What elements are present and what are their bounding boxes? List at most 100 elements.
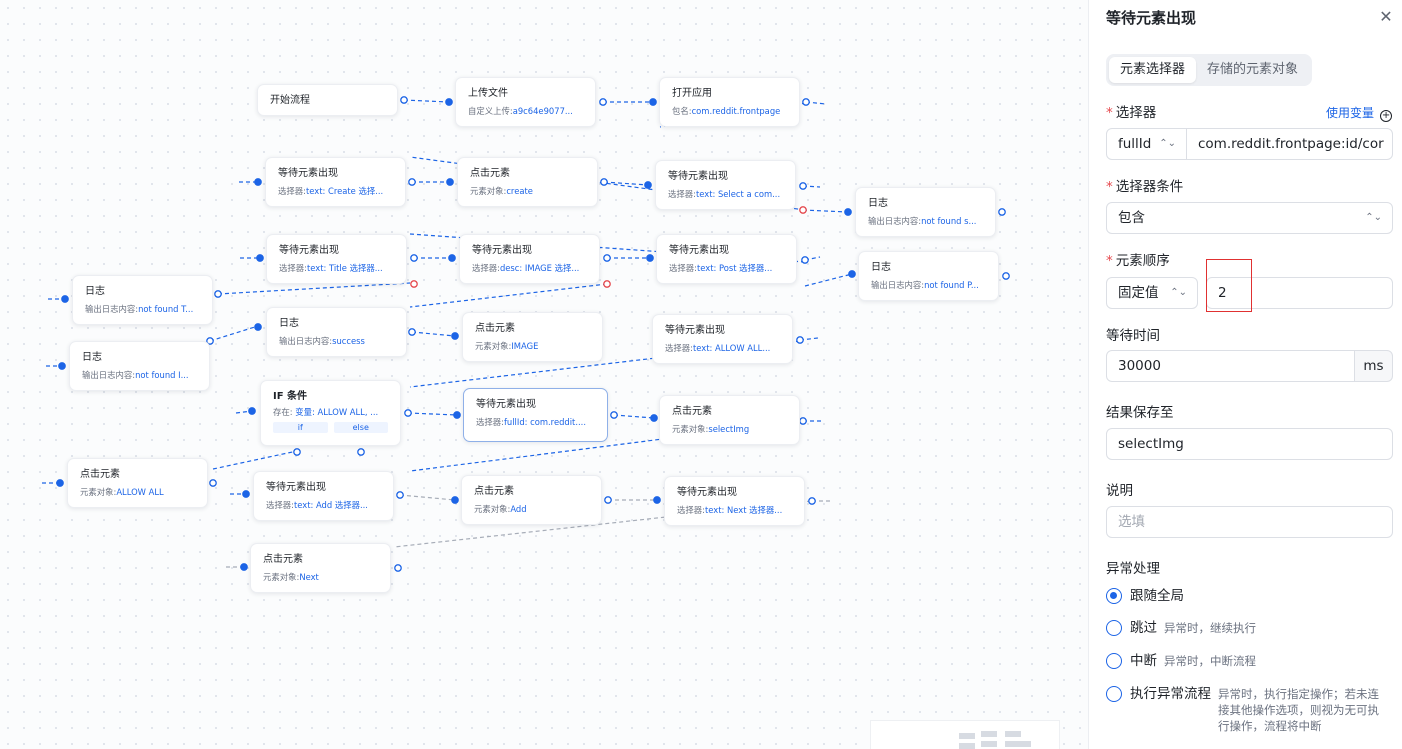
input-handle	[242, 490, 250, 498]
tab-stored-element[interactable]: 存储的元素对象	[1196, 57, 1309, 83]
output-handle	[410, 280, 418, 288]
input-handle	[448, 254, 456, 262]
input-handle	[240, 563, 248, 571]
input-handle	[256, 254, 264, 262]
flow-node-open-app[interactable]: 打开应用 包名:com.reddit.frontpage	[659, 77, 800, 127]
output-handle	[603, 280, 611, 288]
input-handle	[650, 414, 658, 422]
flow-node-log-not-found-p[interactable]: 日志 输出日志内容:not found P...	[858, 251, 999, 301]
use-variable-button[interactable]: 使用变量 +	[1326, 104, 1393, 122]
node-title: 点击元素	[470, 168, 510, 179]
flow-node-wait-allow-all[interactable]: 等待元素出现 选择器:text: ALLOW ALL...	[652, 314, 793, 364]
input-handle	[248, 407, 256, 415]
flow-node-click-create[interactable]: 点击元素 元素对象:create	[457, 157, 598, 207]
output-handle	[998, 208, 1006, 216]
selector-value-input[interactable]: com.reddit.frontpage:id/cor	[1186, 128, 1393, 160]
properties-panel: 等待元素出现 ✕ 元素选择器 存储的元素对象 * 选择器 使用变量 + fullId…	[1088, 0, 1402, 749]
node-detail: 选择器:text: Add 选择器...	[266, 500, 368, 510]
input-handle	[451, 496, 459, 504]
output-handle	[408, 328, 416, 336]
annotation-highlight-box	[1206, 259, 1252, 312]
flow-node-click-image[interactable]: 点击元素 元素对象:IMAGE	[462, 312, 603, 362]
flow-connector	[399, 494, 456, 501]
selector-mode-tabs: 元素选择器 存储的元素对象	[1106, 54, 1313, 86]
condition-select[interactable]: 包含 ⌃⌄	[1106, 202, 1393, 234]
order-mode-select[interactable]: 固定值 ⌃⌄	[1106, 277, 1198, 309]
output-handle	[604, 496, 612, 504]
node-title: 日志	[279, 318, 299, 329]
node-detail: 选择器:fullId: com.reddit....	[476, 417, 586, 427]
flow-node-wait-select-community[interactable]: 等待元素出现 选择器:text: Select a com...	[655, 160, 796, 210]
flow-node-click-allow-all[interactable]: 点击元素 元素对象:ALLOW ALL	[67, 458, 208, 508]
output-handle	[404, 409, 412, 417]
close-icon[interactable]: ✕	[1378, 9, 1394, 25]
else-branch[interactable]: else	[333, 422, 388, 433]
node-title: 等待元素出现	[266, 482, 326, 493]
result-variable-input[interactable]: selectImg	[1106, 428, 1393, 460]
flow-node-wait-create[interactable]: 等待元素出现 选择器:text: Create 选择...	[265, 157, 406, 207]
output-handle	[209, 479, 217, 487]
input-handle	[58, 362, 66, 370]
input-handle	[451, 332, 459, 340]
node-detail: 输出日志内容:not found s...	[868, 216, 977, 226]
wait-time-label: 等待时间	[1106, 328, 1160, 344]
exception-option-exception-flow[interactable]: 执行异常流程 异常时，执行指定操作；若未连接其他操作选项，则视为无可执行操作，流…	[1106, 685, 1390, 734]
node-title: 日志	[85, 286, 105, 297]
exception-option-follow-global[interactable]: 跟随全局	[1106, 587, 1184, 605]
minimap[interactable]	[870, 720, 1060, 749]
node-detail: 选择器:text: ALLOW ALL...	[665, 343, 771, 353]
node-title: 开始流程	[270, 95, 310, 106]
node-detail: 元素对象:Add	[474, 504, 527, 514]
node-title: 点击元素	[475, 323, 515, 334]
node-detail: 元素对象:Next	[263, 572, 319, 582]
node-title: 点击元素	[263, 554, 303, 565]
flow-node-wait-fullid-selected[interactable]: 等待元素出现 选择器:fullId: com.reddit....	[463, 388, 608, 442]
flow-node-log-not-found-i[interactable]: 日志 输出日志内容:not found I...	[69, 341, 210, 391]
node-title: 日志	[871, 262, 891, 273]
flow-node-wait-next[interactable]: 等待元素出现 选择器:text: Next 选择器...	[664, 476, 805, 526]
flow-node-wait-title[interactable]: 等待元素出现 选择器:text: Title 选择器...	[266, 234, 407, 284]
input-handle	[61, 295, 69, 303]
input-handle	[649, 98, 657, 106]
flow-node-click-select-img[interactable]: 点击元素 元素对象:selectImg	[659, 395, 800, 445]
exception-option-skip[interactable]: 跳过 异常时，继续执行	[1106, 619, 1256, 637]
input-handle	[446, 178, 454, 186]
flow-node-click-next[interactable]: 点击元素 元素对象:Next	[250, 543, 391, 593]
wait-time-input[interactable]: 30000	[1106, 350, 1355, 382]
radio-checked-icon	[1106, 588, 1122, 604]
tab-element-selector[interactable]: 元素选择器	[1109, 57, 1197, 83]
output-handle	[802, 98, 810, 106]
flow-node-log-not-found-s[interactable]: 日志 输出日志内容:not found s...	[855, 187, 996, 237]
input-handle	[254, 178, 262, 186]
flow-node-click-add[interactable]: 点击元素 元素对象:Add	[461, 475, 602, 525]
exception-option-abort[interactable]: 中断 异常时，中断流程	[1106, 652, 1256, 670]
node-title: 点击元素	[672, 406, 712, 417]
flow-node-start[interactable]: 开始流程	[257, 84, 398, 116]
node-detail: 输出日志内容:not found P...	[871, 280, 979, 290]
input-handle	[653, 496, 661, 504]
flow-node-log-not-found-t[interactable]: 日志 输出日志内容:not found T...	[72, 275, 213, 325]
flow-connector	[613, 414, 655, 419]
if-branch[interactable]: if	[273, 422, 328, 433]
flow-node-wait-add[interactable]: 等待元素出现 选择器:text: Add 选择器...	[253, 471, 394, 521]
node-title: 等待元素出现	[669, 245, 729, 256]
selector-label: * 选择器	[1106, 105, 1157, 121]
flow-node-if-condition[interactable]: IF 条件 存在: 变量: ALLOW ALL, ... if else	[260, 380, 401, 446]
selector-type-select[interactable]: fullId ⌃⌄	[1106, 128, 1187, 160]
node-title: 等待元素出现	[476, 399, 536, 410]
flow-canvas[interactable]: 开始流程 上传文件 自定义上传:a9c64e9077... 打开应用 包名:co…	[0, 0, 1088, 749]
node-title: 等待元素出现	[668, 171, 728, 182]
flow-node-wait-post[interactable]: 等待元素出现 选择器:text: Post 选择器...	[656, 234, 797, 284]
flow-node-wait-image[interactable]: 等待元素出现 选择器:desc: IMAGE 选择...	[459, 234, 600, 284]
flow-node-log-success[interactable]: 日志 输出日志内容:success	[266, 307, 407, 357]
output-handle	[600, 178, 608, 186]
input-handle	[254, 323, 262, 331]
output-handle	[799, 206, 807, 214]
flow-connector	[217, 282, 411, 295]
node-detail: 元素对象:create	[470, 186, 533, 196]
node-detail: 存在: 变量: ALLOW ALL, ...	[273, 407, 379, 417]
node-title: 上传文件	[468, 88, 508, 99]
flow-connector	[409, 283, 608, 308]
flow-node-upload-file[interactable]: 上传文件 自定义上传:a9c64e9077...	[455, 77, 596, 127]
note-input[interactable]: 选填	[1106, 506, 1393, 538]
